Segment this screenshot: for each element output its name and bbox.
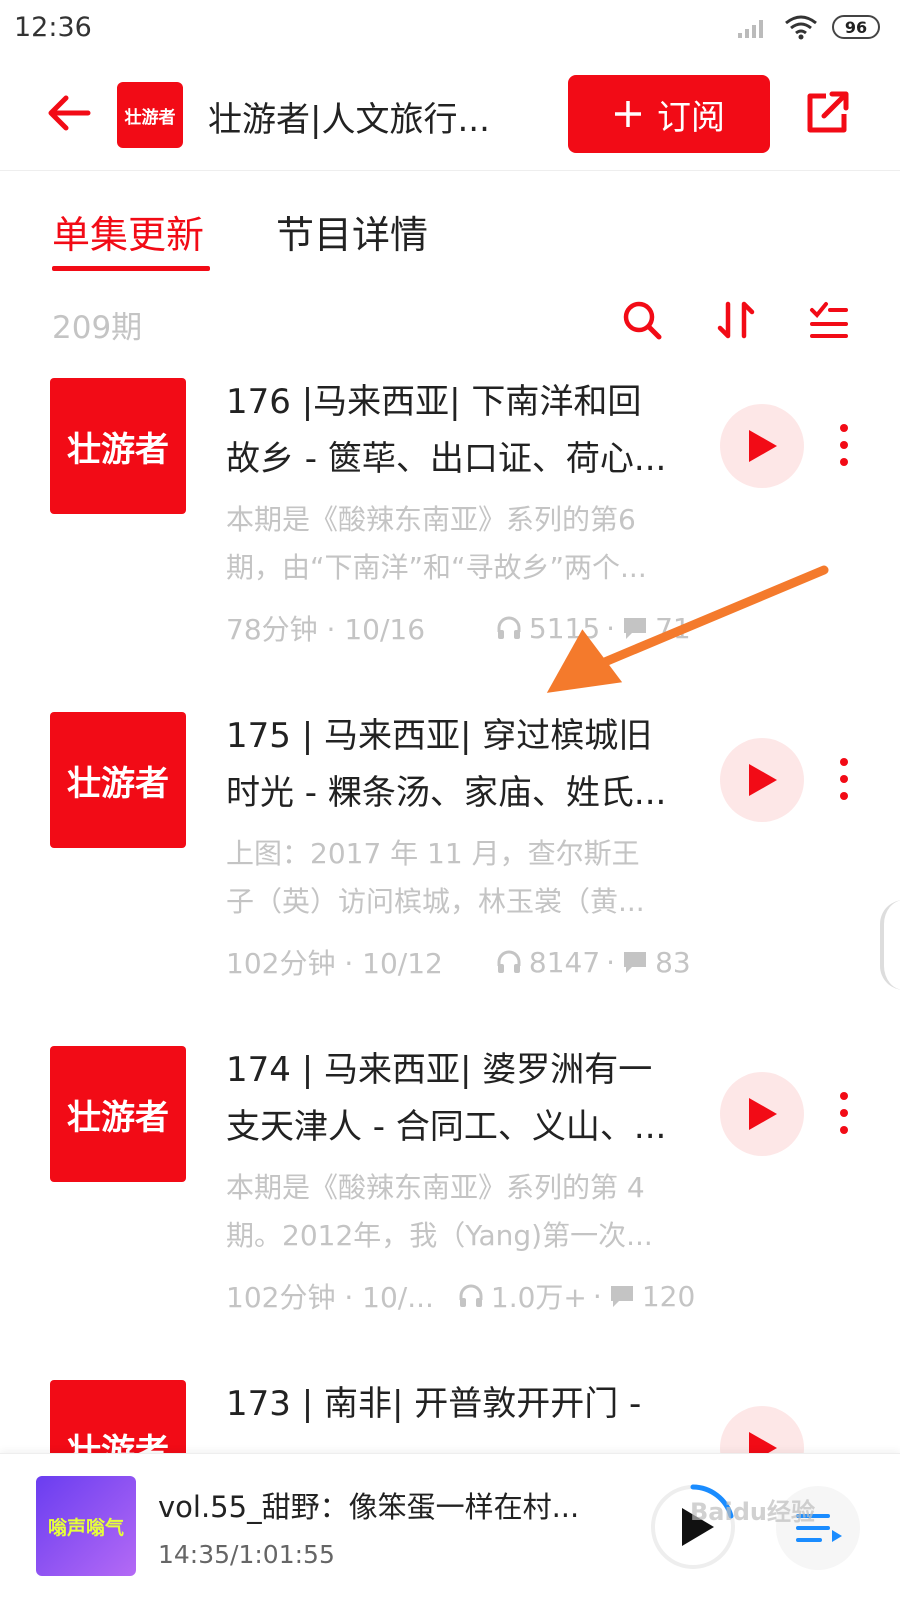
plus-icon [615, 101, 641, 127]
play-button[interactable] [720, 738, 804, 822]
play-icon [749, 1098, 777, 1130]
episode-title: 175 | 马来西亚| 穿过槟城旧 时光 - 粿条汤、家庙、姓氏... [226, 708, 672, 822]
episode-title-line1: 175 | 马来西亚| 穿过槟城旧 [226, 716, 653, 756]
play-button[interactable] [720, 1406, 804, 1453]
episode-description: 本期是《酸辣东南亚》系列的第 4 期。2012年，我（Yang)第一次... [226, 1164, 672, 1260]
episode-description: 上图：2017 年 11 月，查尔斯王 子（英）访问槟城，林玉裳（黄... [226, 830, 672, 926]
episode-count: 209期 [52, 310, 143, 346]
more-options-icon[interactable] [834, 1088, 854, 1138]
episode-cover: 壮游者 [50, 1046, 186, 1182]
episode-duration-date: 102分钟 · 10/12 [226, 947, 443, 980]
episode-item[interactable]: 壮游者 175 | 马来西亚| 穿过槟城旧 时光 - 粿条汤、家庙、姓氏... … [0, 712, 900, 1012]
scrollbar-handle[interactable] [880, 900, 900, 990]
share-icon[interactable] [804, 88, 852, 136]
headphones-icon [459, 1284, 483, 1307]
play-icon [749, 764, 777, 796]
battery-indicator: 96 [832, 15, 880, 39]
play-icon [749, 430, 777, 462]
wifi-icon [785, 15, 817, 40]
episode-title-line2: 时光 - 粿条汤、家庙、姓氏... [226, 773, 667, 813]
sort-icon[interactable] [714, 298, 758, 342]
episode-play-count: 8147 [528, 945, 601, 979]
watermark: Baidu经验 [690, 1498, 815, 1526]
episode-title: 173 | 南非| 开普敦开开门 - [226, 1380, 672, 1433]
episode-title-line1: 176 |马来西亚| 下南洋和回 [226, 382, 642, 422]
tab-bar: 单集更新 节目详情 [0, 204, 900, 274]
episode-title-line2: 故乡 - 篋荜、出口证、荷心... [226, 439, 667, 479]
play-button[interactable] [720, 404, 804, 488]
episode-desc-line2: 子（英）访问槟城，林玉裳（黄... [226, 885, 645, 918]
play-button[interactable] [720, 1072, 804, 1156]
episode-title-line1: 173 | 南非| 开普敦开开门 - [226, 1384, 642, 1424]
comment-icon [624, 952, 647, 973]
status-bar: 12:36 96 [0, 0, 900, 62]
subscribe-button[interactable]: 订阅 [568, 75, 770, 153]
episode-play-count: 1.0万+ [490, 1281, 587, 1314]
episode-title: 174 | 马来西亚| 婆罗洲有一 支天津人 - 合同工、义山、... [226, 1042, 672, 1156]
more-options-icon[interactable] [834, 754, 854, 804]
headphones-icon [497, 950, 521, 973]
episode-title-line2: 支天津人 - 合同工、义山、... [226, 1107, 667, 1147]
headphones-icon [497, 616, 521, 639]
episode-title-line1: 174 | 马来西亚| 婆罗洲有一 [226, 1050, 653, 1090]
episode-desc-line2: 期。2012年，我（Yang)第一次... [226, 1219, 653, 1252]
episode-desc-line1: 本期是《酸辣东南亚》系列的第 4 [226, 1171, 645, 1204]
status-icons: 96 [736, 14, 880, 40]
episode-desc-line1: 上图：2017 年 11 月，查尔斯王 [226, 837, 640, 870]
podcast-title: 壮游者|人文旅行... [208, 100, 490, 140]
episode-item[interactable]: 壮游者 173 | 南非| 开普敦开开门 - [0, 1380, 900, 1453]
search-icon[interactable] [620, 298, 664, 342]
active-tab-indicator [52, 266, 210, 271]
episode-cover: 壮游者 [50, 1380, 186, 1453]
comment-icon [610, 1286, 633, 1307]
episode-title: 176 |马来西亚| 下南洋和回 故乡 - 篋荜、出口证、荷心... [226, 374, 672, 488]
episode-item[interactable]: 壮游者 174 | 马来西亚| 婆罗洲有一 支天津人 - 合同工、义山、... … [0, 1046, 900, 1346]
more-options-icon[interactable] [834, 420, 854, 470]
player-progress-time: 14:35/1:01:55 [158, 1540, 335, 1569]
episode-duration-date: 78分钟 · 10/16 [226, 613, 426, 646]
episode-meta: 102分钟 · 10/12 8147 · 83 [226, 942, 696, 982]
batch-select-icon[interactable] [806, 298, 850, 342]
podcast-logo: 壮游者 [117, 82, 183, 148]
annotation-arrow [546, 565, 829, 693]
player-track-title: vol.55_甜野：像笨蛋一样在村... [158, 1490, 580, 1524]
episode-meta: 102分钟 · 10/... 1.0万+ · 120 [226, 1276, 696, 1316]
back-arrow-icon[interactable] [44, 88, 94, 138]
status-time: 12:36 [14, 12, 92, 43]
episode-comment-count: 83 [655, 945, 691, 979]
player-cover-art: 嗡声嗡气 [36, 1476, 136, 1576]
subscribe-label: 订阅 [657, 97, 725, 138]
tab-episodes[interactable]: 单集更新 [52, 204, 204, 259]
episode-duration-date: 102分钟 · 10/... [226, 1281, 434, 1314]
mini-player[interactable]: 嗡声嗡气 vol.55_甜野：像笨蛋一样在村... 14:35/1:01:55 [0, 1453, 900, 1601]
signal-icon [738, 20, 763, 38]
episode-desc-line1: 本期是《酸辣东南亚》系列的第6 [226, 503, 636, 536]
episode-comment-count: 120 [641, 1279, 696, 1313]
header: 壮游者 壮游者|人文旅行... 订阅 [0, 62, 900, 171]
play-icon [749, 1432, 777, 1453]
episode-cover: 壮游者 [50, 712, 186, 848]
episode-cover: 壮游者 [50, 378, 186, 514]
tab-details[interactable]: 节目详情 [276, 204, 428, 259]
